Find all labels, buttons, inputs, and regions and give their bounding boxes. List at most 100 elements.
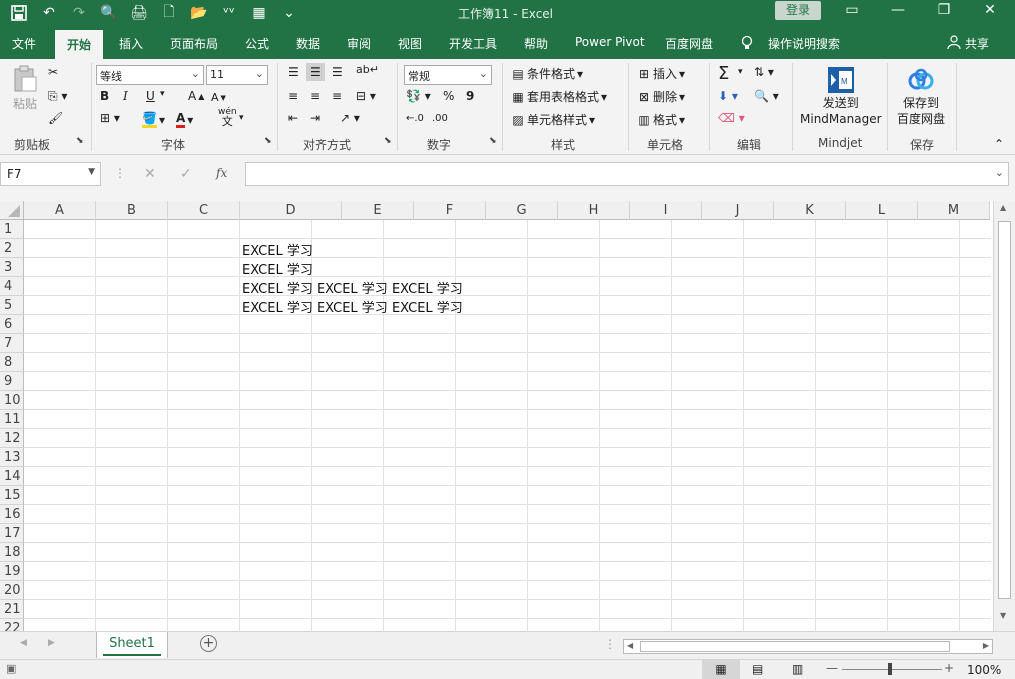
format-cells-button[interactable]: ▥ 格式 ▾ bbox=[637, 111, 685, 128]
comma-style-button[interactable]: 9 bbox=[466, 89, 474, 103]
row-header-3[interactable]: 3 bbox=[0, 258, 24, 277]
column-header-d[interactable]: D bbox=[240, 201, 342, 220]
row-header-21[interactable]: 21 bbox=[0, 600, 24, 619]
tab-data[interactable]: 数据 bbox=[296, 35, 320, 52]
scroll-right-icon[interactable]: ▶ bbox=[983, 641, 989, 650]
phonetic-dropdown-icon[interactable]: ▾ bbox=[239, 113, 244, 123]
decrease-indent-icon[interactable]: ⇤ bbox=[288, 111, 298, 125]
tab-help[interactable]: 帮助 bbox=[524, 35, 548, 52]
send-mindmanager-button[interactable]: M 发送到 MindManager bbox=[800, 65, 882, 127]
decrease-decimal-icon[interactable]: .00 bbox=[432, 113, 448, 124]
select-all-corner[interactable] bbox=[0, 201, 24, 220]
column-header-i[interactable]: I bbox=[630, 201, 702, 220]
tab-baidu[interactable]: 百度网盘 bbox=[665, 35, 713, 52]
add-sheet-icon[interactable]: + bbox=[200, 635, 217, 652]
expand-formula-icon[interactable]: ⌄ bbox=[995, 166, 1004, 179]
insert-function-icon[interactable]: fx bbox=[216, 166, 227, 180]
bold-button[interactable]: B bbox=[100, 89, 109, 103]
cell-styles-button[interactable]: ▨ 单元格样式 ▾ bbox=[511, 111, 595, 128]
restore-button[interactable]: ❐ bbox=[921, 2, 967, 22]
prev-sheet-icon[interactable]: ◀ bbox=[20, 638, 27, 648]
wrap-text-icon[interactable]: ab↵ bbox=[356, 63, 379, 76]
zoom-in-button[interactable]: + bbox=[944, 661, 954, 675]
save-icon[interactable] bbox=[8, 3, 30, 23]
font-shrink-button[interactable]: A ▼ bbox=[211, 91, 226, 104]
print-icon[interactable]: 🖨 bbox=[128, 3, 150, 23]
undo-icon[interactable]: ↶ bbox=[38, 3, 60, 23]
close-button[interactable]: ✕ bbox=[967, 2, 1013, 22]
column-header-b[interactable]: B bbox=[96, 201, 168, 220]
column-header-g[interactable]: G bbox=[486, 201, 558, 220]
zoom-slider[interactable] bbox=[842, 669, 942, 670]
align-middle-icon[interactable]: ☰ bbox=[306, 63, 325, 81]
zoom-out-button[interactable]: — bbox=[826, 661, 838, 675]
tab-view[interactable]: 视图 bbox=[398, 35, 422, 52]
row-header-12[interactable]: 12 bbox=[0, 429, 24, 448]
column-header-k[interactable]: K bbox=[774, 201, 846, 220]
phonetic-guide-icon[interactable]: wén 文 bbox=[218, 107, 237, 127]
dialog-launcher-icon[interactable]: ⬊ bbox=[384, 136, 392, 146]
orientation-icon[interactable]: ↗ ▾ bbox=[340, 111, 360, 125]
formula-bar-handle-icon[interactable]: ⋮ bbox=[114, 166, 126, 180]
row-header-14[interactable]: 14 bbox=[0, 467, 24, 486]
customize-qat-icon[interactable]: ⌄ bbox=[278, 3, 300, 23]
collapse-ribbon-icon[interactable]: ⌃ bbox=[994, 137, 1004, 151]
normal-view-icon[interactable]: ▦ bbox=[702, 660, 740, 679]
vertical-scroll-thumb[interactable] bbox=[998, 221, 1011, 599]
user-icon[interactable] bbox=[947, 35, 961, 52]
sort-filter-icon[interactable]: ⇅ ▾ bbox=[754, 65, 774, 79]
paste-button[interactable]: 粘贴 bbox=[8, 65, 42, 112]
row-header-4[interactable]: 4 bbox=[0, 277, 24, 296]
row-header-7[interactable]: 7 bbox=[0, 334, 24, 353]
dialog-launcher-icon[interactable]: ⬊ bbox=[489, 136, 497, 146]
font-name-select[interactable]: 等线 ⌄ bbox=[96, 65, 204, 85]
tab-insert[interactable]: 插入 bbox=[119, 35, 143, 52]
ribbon-display-options-icon[interactable]: ▭ bbox=[829, 2, 875, 22]
underline-button[interactable]: U bbox=[146, 89, 155, 103]
align-bottom-icon[interactable]: ☰ bbox=[332, 65, 343, 79]
row-header-9[interactable]: 9 bbox=[0, 372, 24, 391]
login-button[interactable]: 登录 bbox=[775, 1, 821, 20]
clear-icon[interactable]: ⌫ ▾ bbox=[718, 111, 745, 125]
tab-file[interactable]: 文件 bbox=[12, 35, 36, 52]
zoom-level[interactable]: 100% bbox=[967, 663, 1001, 677]
fill-color-icon[interactable]: 🪣 ▾ bbox=[142, 111, 165, 128]
page-layout-view-icon[interactable]: ▤ bbox=[752, 662, 763, 676]
row-header-22[interactable]: 22 bbox=[0, 619, 24, 631]
increase-indent-icon[interactable]: ⇥ bbox=[310, 111, 320, 125]
row-header-13[interactable]: 13 bbox=[0, 448, 24, 467]
name-box[interactable]: F7 ▼ bbox=[0, 162, 101, 186]
border-icon[interactable]: ⊞ ▾ bbox=[100, 111, 120, 125]
conditional-format-button[interactable]: ▤ 条件格式 ▾ bbox=[511, 65, 583, 82]
row-header-8[interactable]: 8 bbox=[0, 353, 24, 372]
tell-me-search[interactable]: 操作说明搜索 bbox=[768, 35, 840, 52]
dialog-launcher-icon[interactable]: ⬊ bbox=[76, 136, 84, 146]
font-color-icon[interactable]: A ▾ bbox=[176, 111, 193, 128]
enter-icon[interactable]: ✓ bbox=[180, 166, 192, 182]
cell-d3[interactable]: EXCEL 学习 bbox=[242, 259, 313, 278]
cell-d4[interactable]: EXCEL 学习 EXCEL 学习 EXCEL 学习 bbox=[242, 278, 463, 297]
cell-d5[interactable]: EXCEL 学习 EXCEL 学习 EXCEL 学习 bbox=[242, 297, 463, 316]
row-header-19[interactable]: 19 bbox=[0, 562, 24, 581]
cell-area[interactable] bbox=[24, 220, 991, 631]
vertical-scrollbar[interactable]: ▲ ▼ bbox=[993, 201, 1015, 631]
row-header-15[interactable]: 15 bbox=[0, 486, 24, 505]
cell-d2[interactable]: EXCEL 学习 bbox=[242, 240, 313, 259]
dialog-launcher-icon[interactable]: ⬊ bbox=[264, 136, 272, 146]
font-grow-button[interactable]: A ▲ bbox=[188, 89, 204, 103]
accounting-format-icon[interactable]: 💱 ▾ bbox=[406, 89, 431, 103]
autosum-dropdown-icon[interactable]: ▾ bbox=[738, 67, 743, 77]
row-header-16[interactable]: 16 bbox=[0, 505, 24, 524]
percent-button[interactable]: % bbox=[443, 89, 454, 103]
column-header-h[interactable]: H bbox=[558, 201, 630, 220]
column-header-e[interactable]: E bbox=[342, 201, 414, 220]
insert-cells-button[interactable]: ⊞ 插入 ▾ bbox=[637, 65, 685, 82]
merge-center-icon[interactable]: ⊟ ▾ bbox=[356, 89, 376, 103]
row-header-11[interactable]: 11 bbox=[0, 410, 24, 429]
number-format-select[interactable]: 常规 ⌄ bbox=[404, 65, 492, 85]
align-top-icon[interactable]: ☰ bbox=[288, 65, 299, 79]
tab-developer[interactable]: 开发工具 bbox=[449, 35, 497, 52]
column-header-c[interactable]: C bbox=[168, 201, 240, 220]
redo-icon[interactable]: ↷ bbox=[68, 3, 90, 23]
font-size-select[interactable]: 11 ⌄ bbox=[206, 65, 268, 85]
